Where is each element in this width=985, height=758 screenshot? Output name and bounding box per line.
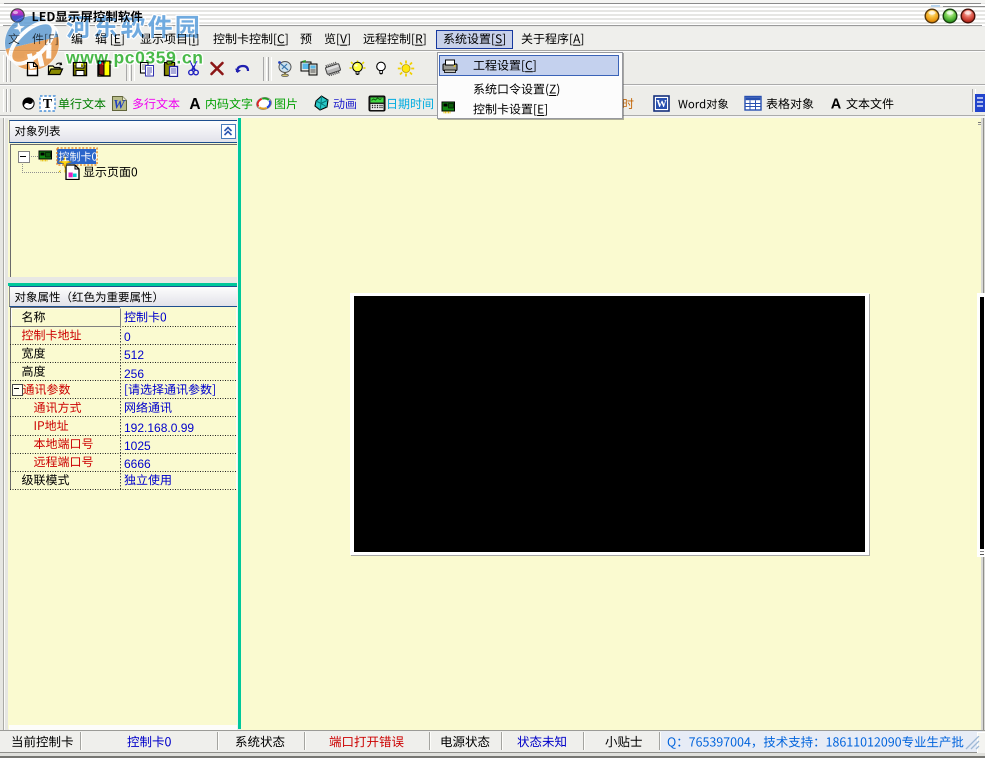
svg-text:www.pc0359.cn: www.pc0359.cn: [65, 48, 204, 68]
